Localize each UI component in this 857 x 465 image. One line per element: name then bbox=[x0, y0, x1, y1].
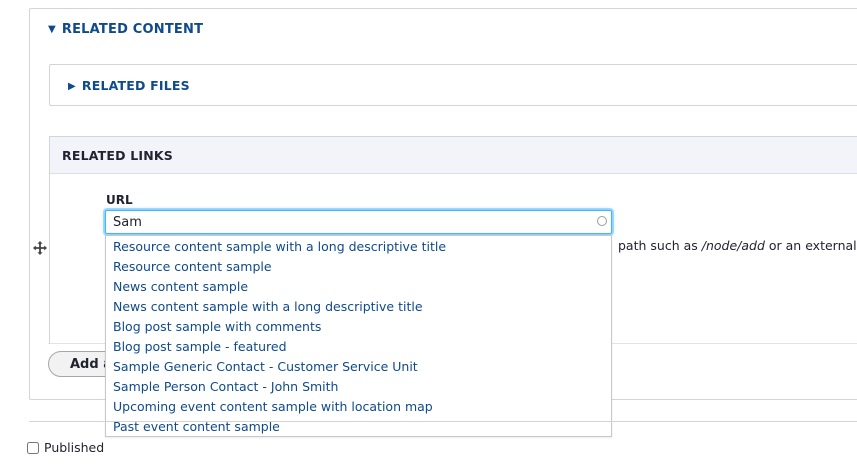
published-label: Published bbox=[44, 440, 105, 455]
related-links-header: RELATED LINKS bbox=[50, 137, 857, 174]
published-field[interactable]: Published bbox=[27, 440, 104, 455]
related-files-toggle[interactable]: ▶ RELATED FILES bbox=[68, 78, 190, 93]
autocomplete-item[interactable]: Past event content sample bbox=[106, 417, 611, 437]
autocomplete-item[interactable]: Upcoming event content sample with locat… bbox=[106, 397, 611, 417]
autocomplete-item[interactable]: Resource content sample bbox=[106, 257, 611, 277]
autocomplete-item[interactable]: News content sample bbox=[106, 277, 611, 297]
move-arrows-icon[interactable] bbox=[32, 240, 48, 256]
related-files-details: ▶ RELATED FILES bbox=[49, 64, 857, 106]
help-prefix: path such as bbox=[618, 238, 702, 253]
triangle-down-icon: ▼ bbox=[48, 24, 56, 35]
autocomplete-item[interactable]: Resource content sample with a long desc… bbox=[106, 237, 611, 257]
throbber-icon bbox=[597, 216, 607, 226]
autocomplete-dropdown: Resource content sample with a long desc… bbox=[105, 235, 612, 437]
published-checkbox[interactable] bbox=[27, 442, 39, 454]
triangle-right-icon: ▶ bbox=[68, 81, 76, 92]
section-divider bbox=[29, 421, 857, 422]
autocomplete-item[interactable]: Sample Person Contact - John Smith bbox=[106, 377, 611, 397]
help-example: /node/add bbox=[701, 238, 765, 253]
url-label: URL bbox=[106, 193, 133, 207]
related-files-title: RELATED FILES bbox=[81, 78, 190, 93]
autocomplete-item[interactable]: Sample Generic Contact - Customer Servic… bbox=[106, 357, 611, 377]
autocomplete-item[interactable]: Blog post sample - featured bbox=[106, 337, 611, 357]
related-content-title: RELATED CONTENT bbox=[61, 22, 204, 37]
related-content-toggle[interactable]: ▼ RELATED CONTENT bbox=[48, 22, 203, 37]
autocomplete-item[interactable]: News content sample with a long descript… bbox=[106, 297, 611, 317]
url-input[interactable] bbox=[105, 210, 612, 234]
url-help-text: path such as /node/add or an external U bbox=[618, 238, 857, 253]
autocomplete-item[interactable]: Blog post sample with comments bbox=[106, 317, 611, 337]
help-suffix: or an external U bbox=[768, 238, 857, 253]
